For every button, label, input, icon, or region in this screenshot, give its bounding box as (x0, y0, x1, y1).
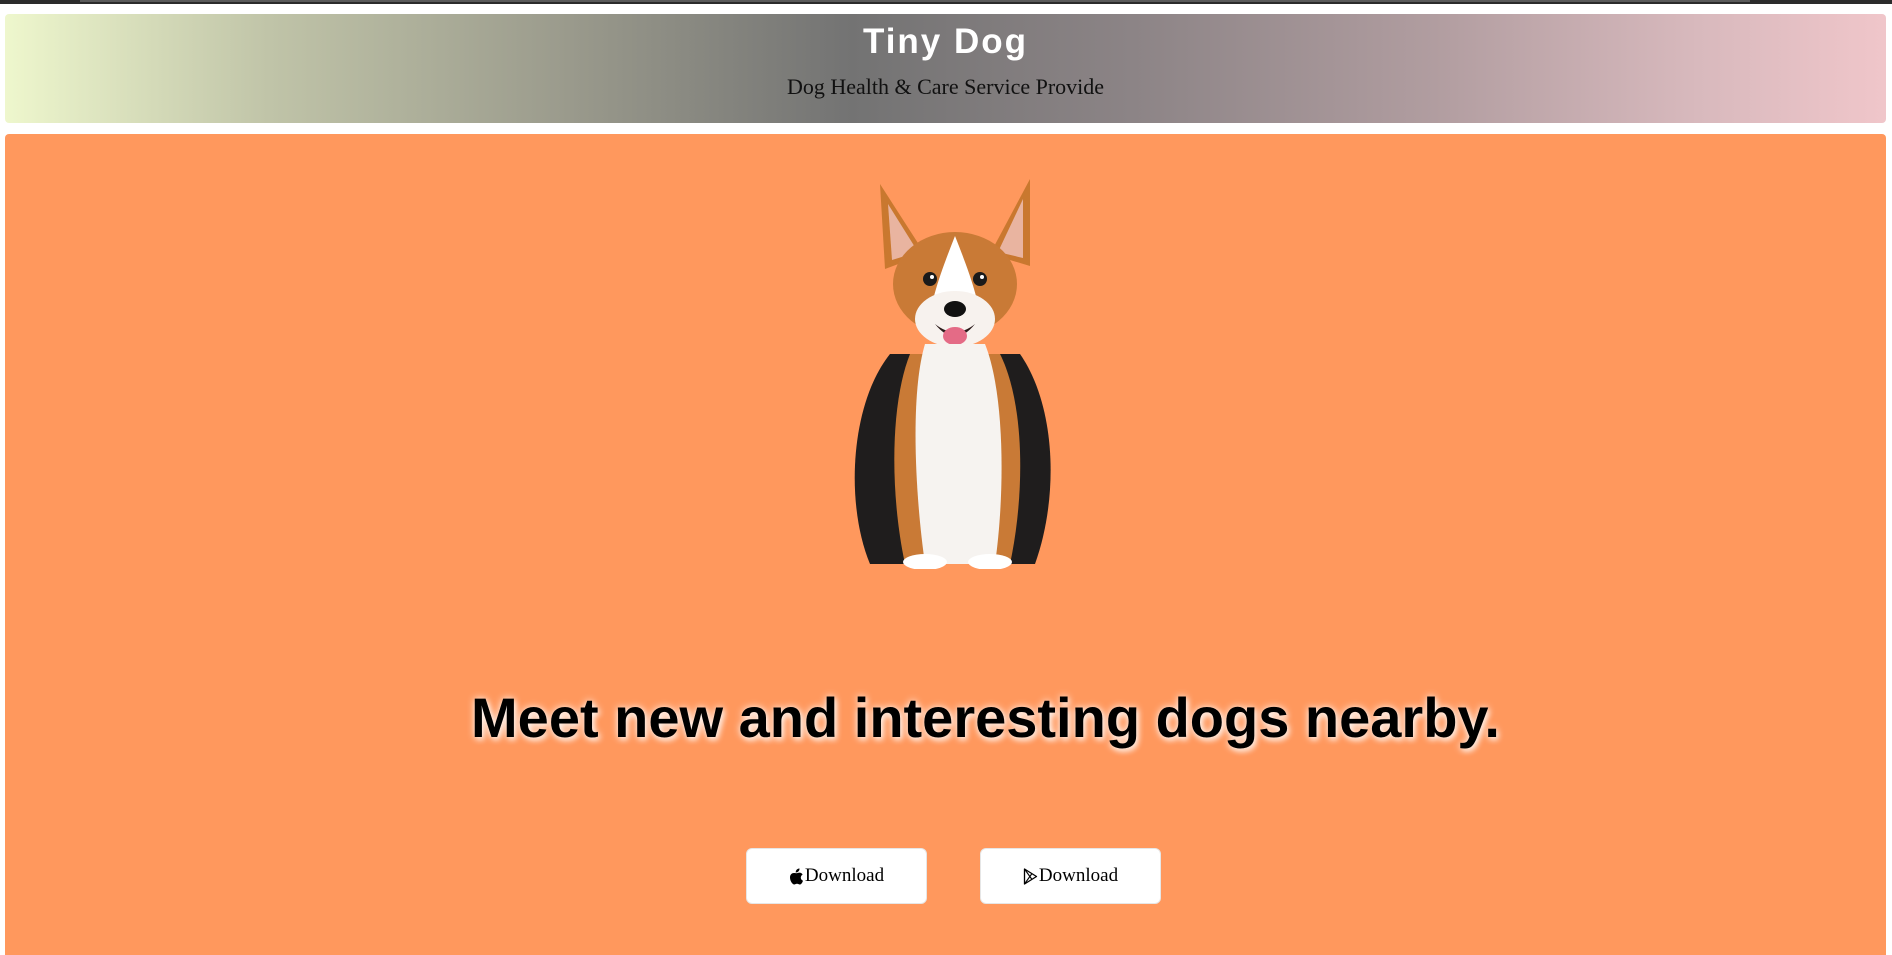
hero-headline: Meet new and interesting dogs nearby. (471, 685, 1500, 749)
browser-top-edge-highlight (80, 0, 1750, 2)
google-play-icon (1023, 867, 1038, 885)
google-play-download-button[interactable]: Download (980, 848, 1161, 904)
browser-top-edge (0, 0, 1892, 4)
brand-tagline: Dog Health & Care Service Provide (786, 74, 1105, 99)
apple-download-label: Download (804, 865, 885, 886)
brand-title: Tiny Dog (862, 22, 1029, 61)
google-play-download-label: Download (1038, 865, 1119, 886)
apple-icon (789, 868, 803, 884)
site-header: Tiny Dog Dog Health & Care Service Provi… (5, 14, 1886, 123)
corgi-dog-image (854, 179, 1051, 569)
apple-download-button[interactable]: Download (746, 848, 927, 904)
hero-section: Meet new and interesting dogs nearby. Do… (5, 134, 1886, 955)
